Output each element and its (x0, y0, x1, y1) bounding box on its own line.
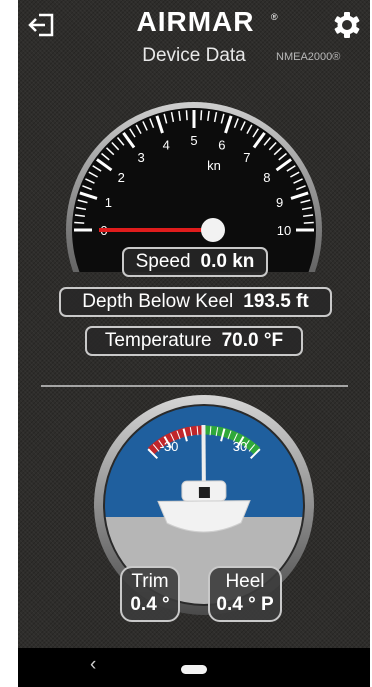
exit-icon (28, 13, 54, 37)
speed-tick-label: 1 (105, 195, 112, 210)
minor-tick (200, 110, 203, 121)
speed-unit-label: kn (207, 158, 221, 173)
gear-icon (334, 12, 360, 38)
temperature-value: 70.0 °F (221, 330, 284, 351)
speed-tick-label: 7 (243, 150, 250, 165)
heel-label: Heel (225, 571, 265, 592)
depth-value: 193.5 ft (243, 291, 309, 312)
scale-label-right: 30 (233, 439, 247, 454)
scale-label-left: -30 (160, 439, 179, 454)
speed-tick-label: 6 (218, 137, 225, 152)
settings-button[interactable] (331, 9, 363, 41)
registered-mark: ® (271, 12, 278, 22)
home-pill-icon[interactable] (181, 665, 207, 674)
brand-logo: AIRMAR (136, 6, 255, 37)
depth-label: Depth Below Keel (82, 291, 234, 312)
minor-tick (185, 110, 188, 121)
top-bar: AIRMAR ® Device Data NMEA2000® (18, 0, 370, 72)
back-button[interactable]: ‹ (90, 654, 96, 676)
section-divider (41, 385, 348, 387)
speed-tick-label: 5 (190, 133, 197, 148)
speed-tick-label: 10 (277, 223, 291, 238)
network-label: NMEA2000® (276, 51, 341, 63)
speed-tick-label: 2 (118, 170, 125, 185)
exit-button[interactable] (27, 10, 57, 40)
needle-hub (201, 218, 225, 242)
system-nav-bar: ‹ (18, 648, 370, 687)
trim-label: Trim (131, 571, 169, 592)
speed-gauge: 012345678910 kn (66, 102, 322, 272)
trim-value: 0.4 ° (130, 594, 170, 615)
heel-value: 0.4 ° P (216, 594, 274, 615)
speed-tick-label: 4 (163, 137, 170, 152)
device-data-screen: AIRMAR ® Device Data NMEA2000® 1 2 3 4 5… (18, 0, 370, 687)
speed-tick-label: 8 (263, 170, 270, 185)
speed-readout: Speed 0.0 kn (122, 247, 268, 277)
speed-tick-label: 3 (137, 150, 144, 165)
trim-readout: Trim 0.4 ° (120, 566, 180, 622)
speed-tick-label: 9 (276, 195, 283, 210)
minor-tick (74, 221, 85, 224)
depth-readout: Depth Below Keel 193.5 ft (59, 287, 332, 317)
speed-label: Speed (135, 251, 191, 272)
temperature-label: Temperature (104, 330, 212, 351)
minor-tick (303, 221, 314, 224)
speed-value: 0.0 kn (200, 251, 255, 272)
temperature-readout: Temperature 70.0 °F (85, 326, 303, 356)
heel-readout: Heel 0.4 ° P (208, 566, 282, 622)
